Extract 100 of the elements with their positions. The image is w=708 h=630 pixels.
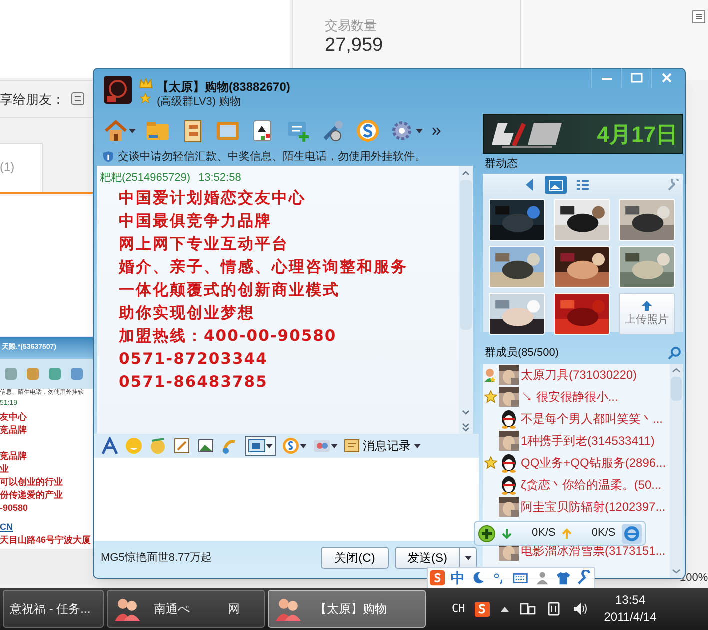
member-item[interactable]: 1种携手到老(314533411): [483, 430, 670, 452]
member-name: 阿圭宝贝防辐射(1202397...: [521, 499, 666, 516]
member-item[interactable]: ↘ 很安很静很小...: [483, 386, 670, 408]
message-line: 0571-86483785: [118, 372, 269, 393]
photo-view-button[interactable]: [545, 176, 567, 194]
message-line: 可以创业的行业: [0, 476, 64, 489]
more-icon[interactable]: [432, 126, 441, 136]
star-icon: [140, 93, 151, 104]
stat-value: 27,959: [325, 34, 384, 56]
font-button[interactable]: [101, 437, 119, 455]
shirt-icon[interactable]: [556, 570, 571, 586]
upload-speed: 0K/S: [592, 526, 616, 542]
toolbar-icon[interactable]: [48, 367, 62, 381]
sender-name: 粑粑(2514965729): [100, 171, 191, 186]
s-logo-button[interactable]: [282, 437, 307, 455]
screenshot-icon: [248, 437, 266, 455]
download-icon: [502, 528, 512, 540]
toolbar-icon[interactable]: [70, 367, 84, 381]
font-icon: [101, 437, 119, 455]
task-extra-text: 网: [228, 601, 240, 618]
browser-icon[interactable]: [622, 524, 642, 544]
member-name: ↘ 很安很静很小...: [521, 389, 618, 406]
member-item[interactable]: ζ贪恋丶你给的温柔。(50...: [483, 474, 670, 496]
caret-icon: [331, 444, 338, 448]
taskbar-button[interactable]: 意祝福 - 任务...: [3, 590, 104, 628]
message-time: 13:52:58: [198, 171, 242, 186]
member-item[interactable]: 不是每个男人都叫笑笑丶...: [483, 408, 670, 430]
taskbar-button[interactable]: 【太原】购物: [268, 590, 426, 628]
input-method-icon[interactable]: [475, 602, 490, 616]
shield-icon: [103, 151, 114, 163]
network-icon[interactable]: [520, 601, 536, 617]
download-speed: 0K/S: [532, 526, 556, 542]
close-button[interactable]: 关闭(C): [321, 547, 389, 569]
input-mode[interactable]: 中: [451, 568, 466, 588]
message-line: 助你实现创业梦想: [118, 303, 256, 324]
share-icon[interactable]: [71, 92, 85, 106]
section-title: 群成员(85/500): [485, 346, 559, 361]
member-name: 太原刀具(731030220): [521, 367, 638, 384]
stat-label: 交易数量: [325, 17, 378, 34]
message-line: 一体化颠覆式的创新商业模式: [118, 280, 341, 301]
taskbar-button[interactable]: 南通ぺ 网: [107, 590, 265, 628]
people-icon: [313, 437, 331, 455]
edit-icon: [173, 437, 191, 455]
message-line: 竞品牌: [0, 450, 28, 463]
scrollbar[interactable]: [459, 166, 473, 434]
list-icon[interactable]: [692, 10, 706, 24]
close-icon: [660, 73, 672, 83]
tab-count[interactable]: (1): [0, 158, 25, 174]
star-icon: [484, 390, 498, 404]
s-logo-icon: [355, 118, 381, 144]
moon-icon[interactable]: [471, 570, 486, 586]
home-button[interactable]: [103, 118, 136, 144]
user-icon[interactable]: [534, 570, 550, 586]
people-button[interactable]: [313, 437, 338, 455]
member-item[interactable]: 阿圭宝贝防辐射(1202397...: [483, 496, 670, 518]
member-name: 不是每个男人都叫笑笑丶...: [521, 411, 664, 428]
caret-icon: [414, 444, 421, 448]
message-line: 网上网下专业互动平台: [118, 234, 290, 255]
caret-icon: [416, 128, 423, 134]
show-hidden-icon[interactable]: [500, 605, 510, 613]
member-name: ζ贪恋丶你给的温柔。(50...: [521, 477, 662, 494]
history-button[interactable]: 消息记录: [344, 437, 421, 455]
caret-icon: [129, 128, 136, 134]
member-item[interactable]: 太原刀具(731030220): [483, 364, 670, 386]
screenshot-button[interactable]: [245, 436, 276, 456]
message-line: 加盟热线：400-00-90580: [118, 326, 338, 347]
message-line: 份传递爱的产业: [0, 489, 64, 502]
language-indicator[interactable]: CH: [452, 600, 466, 618]
volume-icon[interactable]: [572, 601, 588, 617]
group-avatar-icon[interactable]: [104, 76, 132, 104]
group-level-text: (高级群LV3) 购物: [157, 94, 242, 110]
message-line: 0571-87203344: [118, 349, 269, 370]
member-name: QQ业务+QQ钻服务(2896...: [521, 455, 666, 472]
message-input[interactable]: [94, 458, 479, 541]
message-line: CN: [0, 521, 14, 534]
member-item[interactable]: QQ业务+QQ钻服务(2896...: [483, 452, 670, 474]
clock[interactable]: 13:54 2011/4/14: [604, 592, 657, 626]
upload-photo-button[interactable]: 上传照片: [619, 293, 675, 335]
notice-text: 交谈中请勿轻信汇款、中奖信息、陌生电话，勿使用外挂软件。: [118, 150, 426, 165]
caret-icon: [266, 444, 273, 448]
banner[interactable]: 4月17日: [483, 114, 683, 154]
search-icon[interactable]: [668, 346, 681, 360]
emoticon-button[interactable]: [149, 437, 167, 455]
scroll-thumb[interactable]: [460, 180, 472, 330]
ad-link[interactable]: MG5惊艳面世8.77万起: [101, 550, 315, 566]
input-method-icon[interactable]: [430, 570, 446, 586]
scroll-thumb[interactable]: [671, 377, 682, 401]
message-line: -90580: [0, 502, 30, 515]
list-icon[interactable]: [577, 180, 589, 190]
image-button[interactable]: [197, 437, 215, 455]
device-icon[interactable]: [546, 601, 562, 617]
image-icon: [549, 180, 563, 190]
add-icon[interactable]: [478, 524, 496, 542]
tab-panel: [0, 143, 43, 193]
edit-button[interactable]: [173, 437, 191, 455]
window-title: 【太原】购物(83882670): [157, 79, 290, 96]
message-line: 婚介、亲子、情感、心理咨询整和服务: [118, 257, 409, 278]
message-line: 竞品牌: [0, 424, 28, 437]
people-icon: [114, 597, 140, 621]
message-line: 中国爱计划婚恋交友中心: [118, 188, 307, 209]
